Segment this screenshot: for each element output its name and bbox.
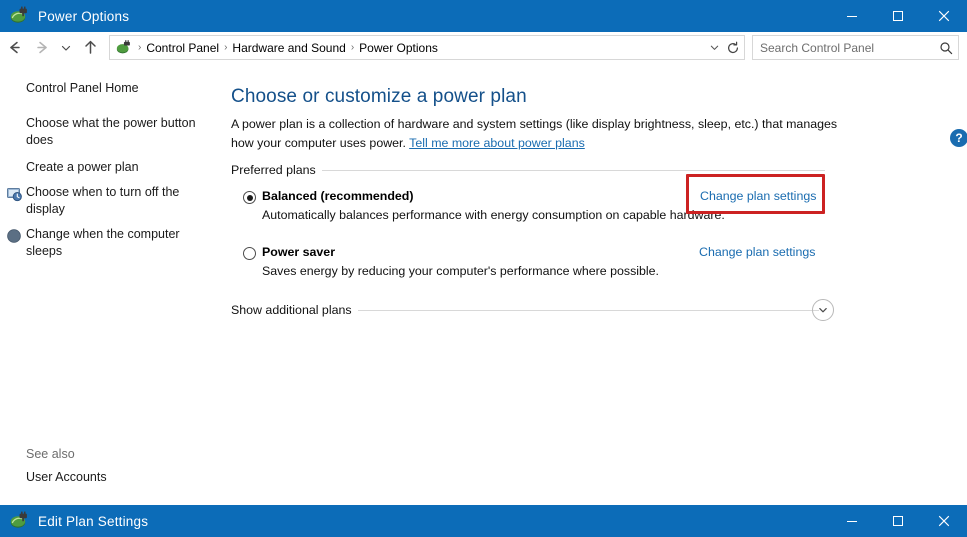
sidebar-item-control-panel-home[interactable]: Control Panel Home <box>26 80 206 97</box>
show-additional-plans-divider <box>335 310 819 311</box>
sleep-moon-icon <box>6 228 22 244</box>
breadcrumb-item-control-panel[interactable]: Control Panel <box>143 41 222 55</box>
address-bar: › Control Panel › Hardware and Sound › P… <box>0 32 967 64</box>
title-bar: Power Options <box>0 0 967 32</box>
plan-radio-balanced[interactable] <box>243 191 256 204</box>
main-panel: Choose or customize a power plan A power… <box>225 63 967 500</box>
content-area: Control Panel Home Choose what the power… <box>0 63 967 500</box>
search-icon[interactable] <box>934 41 958 55</box>
recent-locations-button[interactable] <box>56 34 76 62</box>
page-title: Choose or customize a power plan <box>231 86 527 107</box>
help-button[interactable]: ? <box>950 129 967 147</box>
plan-description-balanced: Automatically balances performance with … <box>262 208 725 222</box>
breadcrumb-item-hardware-and-sound[interactable]: Hardware and Sound <box>229 41 348 55</box>
plan-name-power-saver: Power saver <box>262 245 336 259</box>
sidebar-item-choose-power-button[interactable]: Choose what the power button does <box>26 115 204 149</box>
breadcrumb-item-power-options[interactable]: Power Options <box>356 41 441 55</box>
sidebar-item-choose-when-turn-off-display[interactable]: Choose when to turn off the display <box>26 184 204 218</box>
plan-radio-power-saver[interactable] <box>243 247 256 260</box>
up-button[interactable] <box>76 34 104 62</box>
power-plug-icon <box>9 6 29 26</box>
tell-me-more-link[interactable]: Tell me more about power plans <box>409 136 585 150</box>
power-options-window: Power Options › Control Panel › Hardware… <box>0 0 967 537</box>
refresh-icon[interactable] <box>722 36 744 59</box>
edit-plan-settings-window: Edit Plan Settings <box>0 500 967 537</box>
edit-plan-settings-window-controls <box>829 505 967 537</box>
sidebar-item-change-when-computer-sleeps[interactable]: Change when the computer sleeps <box>26 226 204 260</box>
minimize-button[interactable] <box>829 505 875 537</box>
search-input[interactable] <box>753 37 934 58</box>
window-controls <box>829 0 967 32</box>
control-panel-icon <box>115 39 132 56</box>
see-also-heading: See also <box>26 447 75 461</box>
breadcrumb-bar[interactable]: › Control Panel › Hardware and Sound › P… <box>109 35 745 60</box>
close-button[interactable] <box>921 505 967 537</box>
breadcrumb-separator: › <box>350 41 355 53</box>
preferred-plans-label: Preferred plans <box>231 163 322 177</box>
display-clock-icon <box>6 186 22 202</box>
chevron-down-icon[interactable] <box>706 42 722 53</box>
show-additional-plans-label[interactable]: Show additional plans <box>231 303 358 317</box>
chevron-down-icon[interactable] <box>812 299 834 321</box>
sidebar: Control Panel Home Choose what the power… <box>0 63 225 500</box>
edit-plan-settings-title: Edit Plan Settings <box>38 513 149 529</box>
change-plan-settings-balanced[interactable]: Change plan settings <box>700 189 816 203</box>
close-button[interactable] <box>921 0 967 32</box>
power-plug-icon <box>9 511 29 531</box>
sidebar-item-create-power-plan[interactable]: Create a power plan <box>26 159 204 176</box>
plan-name-balanced: Balanced (recommended) <box>262 189 414 203</box>
minimize-button[interactable] <box>829 0 875 32</box>
change-plan-settings-power-saver[interactable]: Change plan settings <box>699 245 815 259</box>
back-button[interactable] <box>0 34 28 62</box>
sidebar-item-user-accounts[interactable]: User Accounts <box>26 470 107 484</box>
window-title: Power Options <box>38 8 130 24</box>
breadcrumb-separator: › <box>224 41 228 53</box>
maximize-button[interactable] <box>875 505 921 537</box>
page-description: A power plan is a collection of hardware… <box>231 115 841 152</box>
maximize-button[interactable] <box>875 0 921 32</box>
search-box[interactable] <box>752 35 959 60</box>
breadcrumb-separator: › <box>138 41 142 53</box>
forward-button[interactable] <box>28 34 56 62</box>
edit-plan-settings-title-bar: Edit Plan Settings <box>0 505 967 537</box>
plan-description-power-saver: Saves energy by reducing your computer's… <box>262 264 660 278</box>
